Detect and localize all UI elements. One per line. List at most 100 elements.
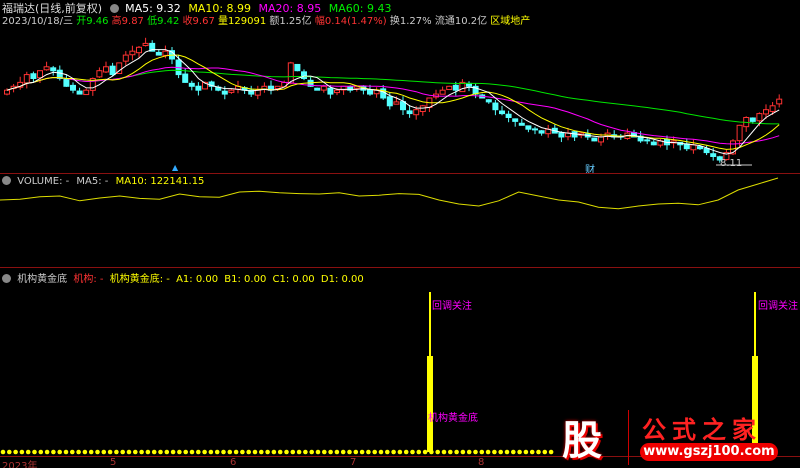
signal-bar <box>427 356 433 452</box>
candle-body <box>518 122 525 126</box>
golden-value: 机构黄金底: - <box>109 274 170 285</box>
x-tick: 5 <box>110 457 117 468</box>
candle-body <box>446 85 453 91</box>
x-tick: 6 <box>230 457 237 468</box>
signal-dot <box>353 449 359 455</box>
dropdown-icon[interactable] <box>2 274 11 283</box>
signal-dot <box>441 449 447 455</box>
candle-body <box>591 137 598 142</box>
signal-dot <box>183 449 188 455</box>
signal-dot <box>196 449 201 455</box>
signal-dot <box>57 449 62 455</box>
price-chart[interactable] <box>0 0 800 468</box>
signal-dot <box>252 449 258 455</box>
indicator-header: 机构黄金底 机构: - 机构黄金底: - A1: 0.00 B1: 0.00 C… <box>2 270 364 285</box>
signal-dot <box>233 449 239 455</box>
signal-dot <box>542 449 548 455</box>
signal-dot <box>133 449 138 455</box>
candle-body <box>413 109 420 116</box>
candle-body <box>76 90 83 95</box>
vol-ma5: MA5: - <box>76 176 109 187</box>
a1-value: A1: 0.00 <box>176 274 219 285</box>
signal-dot <box>536 449 541 455</box>
signal-dot <box>214 449 220 455</box>
candle-body <box>274 85 281 90</box>
signal-dot <box>164 449 170 455</box>
signal-dot <box>479 449 485 455</box>
candle-body <box>314 87 321 91</box>
candle-body <box>598 136 604 143</box>
signal-dot <box>385 449 390 455</box>
candle-body <box>532 128 538 131</box>
candle-body <box>182 73 189 83</box>
candle-body <box>763 109 769 115</box>
signal-dot <box>517 449 522 455</box>
candle-body <box>155 51 162 56</box>
signal-dot <box>208 449 214 455</box>
candle-body <box>492 102 499 111</box>
logo-mark: 股 <box>562 418 602 464</box>
ma10-line <box>6 54 780 150</box>
candle-body <box>736 124 743 142</box>
signal-dot <box>70 449 75 455</box>
candle-body <box>439 89 446 95</box>
signal-dot <box>13 449 18 455</box>
signal-dot <box>435 449 441 455</box>
candle-body <box>485 99 492 103</box>
signal-dot <box>347 449 352 455</box>
signal-dot <box>44 449 50 455</box>
signal-dot <box>95 449 100 455</box>
alert-label: 回调关注 <box>432 301 472 312</box>
candle-body <box>287 62 294 84</box>
alert-label: 回调关注 <box>758 301 798 312</box>
signal-dot <box>63 449 69 455</box>
candle-body <box>301 71 307 79</box>
candle-body <box>43 66 50 71</box>
signal-dot <box>221 449 226 455</box>
signal-dot <box>107 449 113 455</box>
candle-body <box>63 78 70 87</box>
candle-body <box>644 139 651 142</box>
candle-body <box>195 85 202 91</box>
candle-body <box>393 101 400 105</box>
candle-body <box>327 87 334 95</box>
candle-body <box>142 42 149 47</box>
candle-body <box>122 54 129 62</box>
signal-dot <box>151 449 157 455</box>
signal-dot <box>492 449 497 455</box>
signal-dot <box>177 449 182 455</box>
ma20-line <box>6 66 780 145</box>
signal-dot <box>38 449 44 455</box>
candle-body <box>756 113 763 122</box>
signal-dot <box>322 449 327 455</box>
signal-dot <box>114 449 119 455</box>
signal-dot <box>284 449 289 455</box>
signal-dot <box>460 449 466 455</box>
x-tick: 7 <box>350 457 357 468</box>
up-arrow-icon: ▲ <box>172 163 179 172</box>
candle-body <box>188 82 195 87</box>
signal-dot <box>466 449 472 455</box>
signal-dot <box>51 449 56 455</box>
signal-dot <box>189 449 195 455</box>
signal-dot <box>76 449 81 455</box>
candle-body <box>538 130 545 134</box>
candle-body <box>4 89 10 95</box>
signal-dot <box>315 449 321 455</box>
candle-body <box>690 144 697 151</box>
signal-dot <box>397 449 403 455</box>
signal-dot <box>378 449 384 455</box>
signal-dot <box>454 449 459 455</box>
signal-dot <box>139 449 144 455</box>
candle-body <box>776 98 783 105</box>
dropdown-icon[interactable] <box>2 176 11 185</box>
signal-dot <box>523 449 529 455</box>
signal-dot <box>246 449 251 455</box>
candle-body <box>452 84 459 91</box>
logo-url: www.gszj100.com <box>640 443 778 461</box>
candle-body <box>228 89 235 93</box>
volume-title: VOLUME: - <box>17 176 70 187</box>
candle-body <box>37 70 43 79</box>
candle-body <box>109 65 116 76</box>
signal-dot <box>277 449 283 455</box>
